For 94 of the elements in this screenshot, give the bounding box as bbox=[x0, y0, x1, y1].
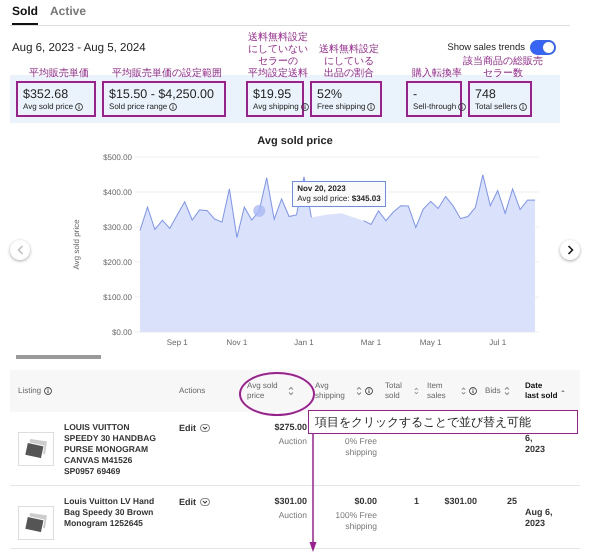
edit-button[interactable]: Edit bbox=[175, 422, 214, 433]
stat-label: Total sellers bbox=[475, 102, 518, 111]
stat-label: Sold price range bbox=[109, 102, 168, 111]
photo-placeholder bbox=[18, 432, 54, 466]
info-icon[interactable] bbox=[469, 387, 477, 395]
tooltip-date: Nov 20, 2023 bbox=[297, 184, 347, 194]
item-sales-text: $301.00 bbox=[444, 496, 477, 507]
scrollbar-thumb[interactable] bbox=[16, 355, 101, 359]
sort-icon bbox=[356, 386, 362, 396]
stat-label: Avg sold price bbox=[23, 102, 74, 111]
caret-icon bbox=[200, 424, 210, 432]
y-tick-label: $400.00 bbox=[103, 188, 132, 197]
y-tick-label: $500.00 bbox=[103, 153, 132, 162]
shipping-text: $0.00 bbox=[354, 496, 377, 507]
tab[interactable]: Active bbox=[50, 4, 86, 25]
annotation-note: 該当商品の総販売 bbox=[463, 56, 543, 68]
info-icon[interactable] bbox=[458, 102, 466, 110]
x-tick-label: Sep 1 bbox=[166, 338, 188, 347]
info-icon[interactable] bbox=[519, 102, 528, 110]
hover-marker bbox=[253, 204, 266, 217]
column-header[interactable]: Listing bbox=[18, 386, 52, 396]
stat-label: Free shipping bbox=[317, 102, 366, 111]
sort-icon bbox=[460, 386, 466, 396]
free-shipping-text: 100% Free shipping bbox=[334, 510, 377, 532]
stat-label: Avg shipping bbox=[253, 102, 299, 111]
tooltip-value: Avg sold price: $345.03 bbox=[297, 194, 381, 204]
column-header[interactable]: Avg sold price bbox=[247, 381, 294, 401]
info-icon[interactable] bbox=[169, 102, 178, 110]
sort-ascending-icon bbox=[561, 389, 565, 393]
annotation-note: セラーの bbox=[258, 56, 298, 68]
info-icon[interactable] bbox=[75, 102, 84, 110]
column-header[interactable]: Item sales bbox=[427, 381, 477, 401]
annotation-note: 購入転換率 bbox=[412, 68, 462, 80]
listing-title[interactable]: LOUIS VUITTON SPEEDY 30 HANDBAG PURSE MONOGRAM CANVAS M41526 SP0957 69469 bbox=[64, 422, 164, 477]
x-tick-label: Jan 1 bbox=[294, 338, 314, 347]
sort-icon bbox=[288, 386, 294, 396]
toggle-label: Show sales trends bbox=[447, 42, 525, 53]
y-tick-label: $200.00 bbox=[103, 258, 132, 267]
y-tick-label: $100.00 bbox=[103, 293, 132, 302]
stat-value: 748 bbox=[475, 87, 497, 102]
info-icon[interactable] bbox=[367, 102, 376, 110]
format-text: Auction bbox=[278, 510, 307, 521]
column-header[interactable]: Bids bbox=[485, 386, 510, 396]
date-text: 6, 2023 bbox=[524, 432, 546, 455]
listing-title[interactable]: Louis Vuitton LV Hand Bag Speedy 30 Brown Monogram 1252645 bbox=[64, 496, 164, 540]
format-text: Auction bbox=[278, 436, 307, 447]
chevron-left-icon bbox=[16, 244, 24, 254]
info-icon[interactable] bbox=[365, 387, 373, 395]
annotation-note: 平均販売単価 bbox=[29, 68, 89, 80]
column-header[interactable]: Date last sold bbox=[525, 381, 565, 401]
annotation-note: 送料無料設定 bbox=[319, 44, 379, 56]
sort-icon bbox=[504, 386, 510, 396]
caret-icon bbox=[200, 498, 210, 506]
callout-note: 項目をクリックすることで並び替え可能 bbox=[308, 410, 578, 434]
price-text: $275.00 bbox=[274, 422, 307, 433]
annotation-note: にしていない bbox=[248, 44, 308, 56]
price-text: $301.00 bbox=[274, 496, 307, 507]
stat-value: - bbox=[413, 87, 418, 102]
sort-icon bbox=[414, 386, 419, 396]
annotation-note: 出品の割合 bbox=[324, 68, 374, 80]
info-icon[interactable] bbox=[300, 102, 309, 110]
free-shipping-text: 0% Free shipping bbox=[344, 436, 377, 458]
stat-value: $352.68 bbox=[23, 87, 70, 102]
annotation-note: 平均販売単価の設定範囲 bbox=[112, 68, 222, 80]
column-header[interactable]: Avg shipping bbox=[315, 381, 373, 401]
stat-label: Sell-through bbox=[413, 102, 456, 111]
date-range: Aug 6, 2023 - Aug 5, 2024 bbox=[12, 42, 146, 54]
column-header[interactable]: Total sold bbox=[385, 381, 419, 401]
annotation-note: 平均設定送料 bbox=[248, 68, 308, 80]
tab[interactable]: Sold bbox=[12, 4, 38, 25]
bids-text: 25 bbox=[506, 496, 517, 507]
next-button[interactable] bbox=[560, 240, 580, 260]
edit-button[interactable]: Edit bbox=[175, 496, 214, 507]
y-tick-label: $300.00 bbox=[103, 223, 132, 232]
stat-value: $15.50 - $4,250.00 bbox=[109, 87, 215, 102]
annotation-note: にしている bbox=[324, 56, 374, 68]
stat-value: 52% bbox=[317, 87, 344, 102]
toggle-switch[interactable] bbox=[530, 40, 556, 55]
annotation-note: 送料無料設定 bbox=[248, 32, 308, 44]
y-tick-label: $0.00 bbox=[112, 328, 132, 337]
x-tick-label: Jul 1 bbox=[489, 338, 506, 347]
chevron-right-icon bbox=[566, 244, 574, 254]
photo-placeholder bbox=[18, 506, 54, 540]
x-tick-label: Mar 1 bbox=[360, 338, 382, 347]
total-sold-text: 1 bbox=[414, 496, 419, 507]
chart-title: Avg sold price bbox=[256, 135, 334, 147]
annotation-note: セラー数 bbox=[483, 68, 523, 80]
stat-value: $19.95 bbox=[253, 87, 292, 102]
info-icon[interactable] bbox=[44, 387, 52, 395]
column-header[interactable]: Actions bbox=[179, 386, 206, 396]
date-text: Aug 6, 2023 bbox=[524, 506, 554, 529]
x-tick-label: May 1 bbox=[420, 338, 442, 347]
x-tick-label: Nov 1 bbox=[226, 338, 248, 347]
y-axis-label: Avg sold price bbox=[72, 219, 81, 270]
